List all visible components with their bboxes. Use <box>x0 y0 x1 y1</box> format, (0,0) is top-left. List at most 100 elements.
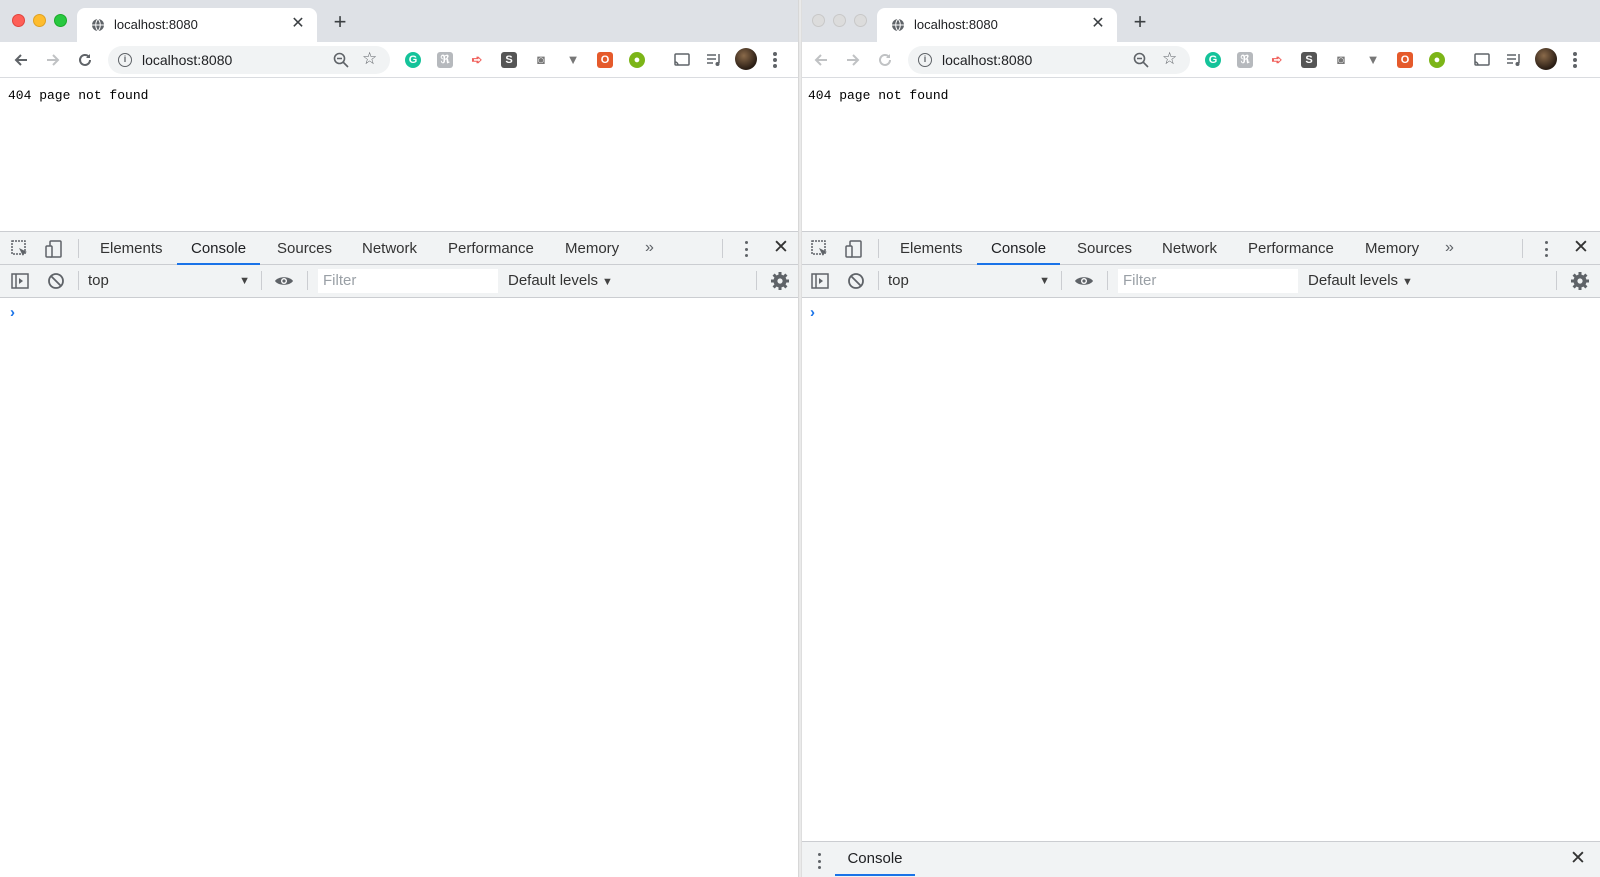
tab-memory[interactable]: Memory <box>1365 232 1419 265</box>
office-icon[interactable]: O <box>597 52 613 68</box>
more-tabs-icon[interactable]: » <box>1445 232 1454 265</box>
close-devtools-icon[interactable]: ✕ <box>771 238 791 258</box>
tab-console[interactable]: Console <box>177 232 261 265</box>
media-button[interactable] <box>703 49 725 71</box>
cast-button[interactable] <box>1471 49 1493 71</box>
bookmark-star-icon[interactable]: ☆ <box>362 49 377 69</box>
profile-avatar[interactable] <box>735 48 757 70</box>
back-button[interactable] <box>810 49 832 71</box>
sidebar-toggle-icon[interactable] <box>10 271 30 291</box>
console-filter-input[interactable]: Filter <box>1118 269 1298 293</box>
tag-icon[interactable]: ➪ <box>1269 52 1285 68</box>
camera-icon[interactable]: ◙ <box>533 52 549 68</box>
inspect-element-icon[interactable] <box>10 239 30 259</box>
forward-button[interactable] <box>42 49 64 71</box>
context-value: top <box>888 272 909 289</box>
maximize-window-button[interactable] <box>854 14 867 27</box>
log-levels-dropdown[interactable]: Default levels ▼ <box>508 270 613 293</box>
reload-button[interactable] <box>74 49 96 71</box>
tab-performance[interactable]: Performance <box>1248 232 1334 265</box>
log-levels-dropdown[interactable]: Default levels ▼ <box>1308 270 1413 293</box>
devtools-menu-icon[interactable] <box>743 241 749 257</box>
drawer-menu-icon[interactable] <box>816 853 822 869</box>
tab-strip: localhost:8080 ✕ + <box>0 0 800 42</box>
console-prompt-icon[interactable]: › <box>810 304 815 321</box>
minimize-window-button[interactable] <box>33 14 46 27</box>
forward-button[interactable] <box>842 49 864 71</box>
tab-close-icon[interactable]: ✕ <box>289 15 307 33</box>
new-tab-button[interactable]: + <box>1130 11 1150 33</box>
media-control-icon <box>707 54 720 66</box>
site-info-icon[interactable]: i <box>118 53 132 67</box>
device-toolbar-icon[interactable] <box>844 239 864 259</box>
desktop: localhost:8080 ✕ + i localhost:8080 ☆ G <box>0 0 1600 877</box>
tab-sources[interactable]: Sources <box>277 232 332 265</box>
dropdown-arrow-icon: ▼ <box>239 275 250 287</box>
reflect-icon[interactable]: ℜ <box>437 52 453 68</box>
browser-tab[interactable]: localhost:8080 ✕ <box>877 8 1117 42</box>
close-drawer-icon[interactable]: ✕ <box>1568 849 1588 869</box>
console-prompt-icon[interactable]: › <box>10 304 15 321</box>
hub-icon[interactable]: ● <box>1429 52 1445 68</box>
tab-elements[interactable]: Elements <box>900 232 963 265</box>
close-window-button[interactable] <box>12 14 25 27</box>
address-bar[interactable]: i localhost:8080 ☆ <box>108 46 390 74</box>
address-bar[interactable]: i localhost:8080 ☆ <box>908 46 1190 74</box>
office-icon[interactable]: O <box>1397 52 1413 68</box>
tab-performance[interactable]: Performance <box>448 232 534 265</box>
reflect-icon[interactable]: ℜ <box>1237 52 1253 68</box>
grammarly-icon[interactable]: G <box>405 52 421 68</box>
settings-gear-icon[interactable] <box>770 271 790 291</box>
devtools-tabbar: Elements Console Sources Network Perform… <box>800 232 1600 265</box>
settings-gear-icon[interactable] <box>1570 271 1590 291</box>
zoom-icon[interactable] <box>332 51 350 69</box>
reload-button[interactable] <box>874 49 896 71</box>
chrome-menu-icon[interactable] <box>772 50 778 70</box>
clear-console-icon[interactable] <box>846 271 866 291</box>
device-toolbar-icon[interactable] <box>44 239 64 259</box>
tab-sources[interactable]: Sources <box>1077 232 1132 265</box>
tab-elements[interactable]: Elements <box>100 232 163 265</box>
drawer-tab-console[interactable]: Console <box>835 842 915 876</box>
forward-arrow-icon <box>847 54 860 66</box>
tab-close-icon[interactable]: ✕ <box>1089 15 1107 33</box>
s-icon[interactable]: S <box>501 52 517 68</box>
tab-console[interactable]: Console <box>977 232 1061 265</box>
sidebar-toggle-icon[interactable] <box>810 271 830 291</box>
hub-icon[interactable]: ● <box>629 52 645 68</box>
maximize-window-button[interactable] <box>54 14 67 27</box>
browser-tab[interactable]: localhost:8080 ✕ <box>77 8 317 42</box>
back-button[interactable] <box>10 49 32 71</box>
devtools-menu-icon[interactable] <box>1543 241 1549 257</box>
tab-network[interactable]: Network <box>1162 232 1217 265</box>
site-info-icon[interactable]: i <box>918 53 932 67</box>
new-tab-button[interactable]: + <box>330 11 350 33</box>
tab-network[interactable]: Network <box>362 232 417 265</box>
profile-avatar[interactable] <box>1535 48 1557 70</box>
s-icon[interactable]: S <box>1301 52 1317 68</box>
browser-window-right: localhost:8080 ✕ + i localhost:8080 ☆ G <box>800 0 1600 877</box>
inspect-element-icon[interactable] <box>810 239 830 259</box>
camera-icon[interactable]: ◙ <box>1333 52 1349 68</box>
cast-button[interactable] <box>671 49 693 71</box>
media-button[interactable] <box>1503 49 1525 71</box>
vue-devtools-icon[interactable]: ▼ <box>565 52 581 68</box>
context-selector[interactable]: top ▼ <box>82 270 254 292</box>
more-tabs-icon[interactable]: » <box>645 232 654 265</box>
zoom-icon[interactable] <box>1132 51 1150 69</box>
console-filter-input[interactable]: Filter <box>318 269 498 293</box>
grammarly-icon[interactable]: G <box>1205 52 1221 68</box>
back-arrow-icon <box>14 54 27 66</box>
clear-console-icon[interactable] <box>46 271 66 291</box>
tab-memory[interactable]: Memory <box>565 232 619 265</box>
live-expression-eye-icon[interactable] <box>274 271 294 291</box>
bookmark-star-icon[interactable]: ☆ <box>1162 49 1177 69</box>
minimize-window-button[interactable] <box>833 14 846 27</box>
live-expression-eye-icon[interactable] <box>1074 271 1094 291</box>
chrome-menu-icon[interactable] <box>1572 50 1578 70</box>
close-window-button[interactable] <box>812 14 825 27</box>
tag-icon[interactable]: ➪ <box>469 52 485 68</box>
vue-devtools-icon[interactable]: ▼ <box>1365 52 1381 68</box>
close-devtools-icon[interactable]: ✕ <box>1571 238 1591 258</box>
context-selector[interactable]: top ▼ <box>882 270 1054 292</box>
